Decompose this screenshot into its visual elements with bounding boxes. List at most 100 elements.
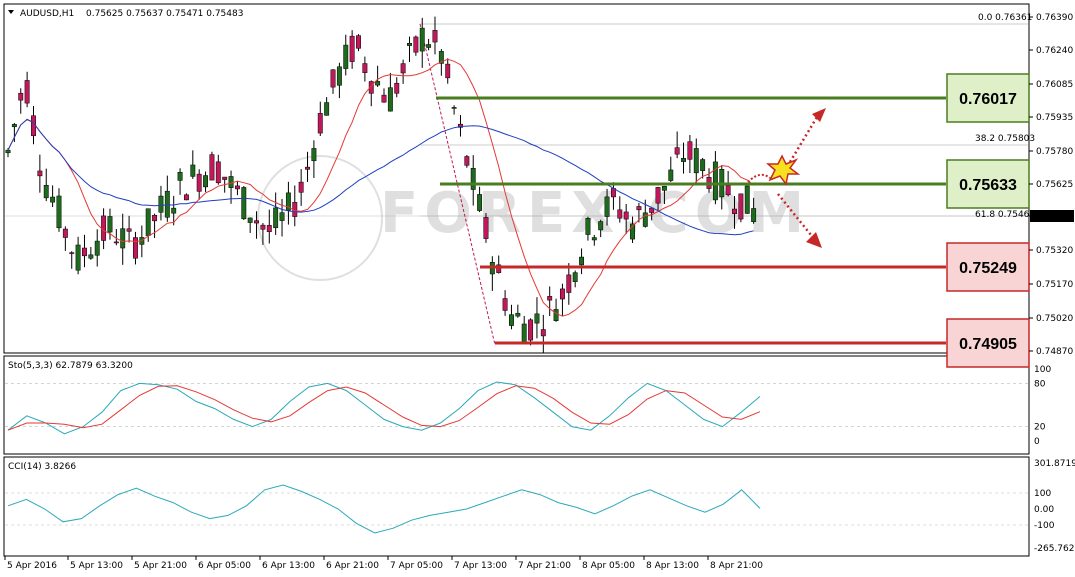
candle-body xyxy=(464,156,470,166)
candle-body xyxy=(362,63,368,73)
candle-body xyxy=(241,187,247,220)
candle-body xyxy=(247,217,253,223)
candle-body xyxy=(266,225,272,232)
candle-body xyxy=(88,254,94,259)
candle-body xyxy=(661,185,667,191)
time-tick-label: 5 Apr 21:00 xyxy=(134,561,187,571)
candle-body xyxy=(101,215,107,241)
candle-body xyxy=(445,63,451,79)
candle-body xyxy=(56,195,62,229)
candle-body xyxy=(751,208,757,222)
candle-body xyxy=(738,193,744,220)
candle-body xyxy=(209,154,215,181)
candle-body xyxy=(11,124,17,128)
candle-body xyxy=(107,216,113,233)
candle-body xyxy=(559,288,565,300)
time-tick-label: 8 Apr 05:00 xyxy=(582,561,635,571)
candle-body xyxy=(222,176,228,180)
candle-body xyxy=(375,81,381,86)
candle-body xyxy=(470,167,476,190)
candle-body xyxy=(196,173,202,192)
candle-body xyxy=(324,102,330,116)
time-tick-label: 7 Apr 13:00 xyxy=(454,561,507,571)
candle-body xyxy=(566,274,572,293)
time-tick-label: 7 Apr 21:00 xyxy=(518,561,571,571)
candle-body xyxy=(120,228,126,249)
candle-body xyxy=(623,211,629,220)
chart-header-ohlc: 0.75625 0.75637 0.75471 0.75483 xyxy=(86,9,243,19)
chart-canvas: FOREX.COM 0.760170.756330.752490.74905 1… xyxy=(3,3,1075,571)
candle-body xyxy=(330,69,336,88)
candle-body xyxy=(547,296,553,301)
candle-body xyxy=(744,185,750,214)
candle-body xyxy=(540,329,546,337)
candle-body xyxy=(681,158,686,162)
candle-body xyxy=(62,228,68,238)
price-tick-label: 0.75320 xyxy=(1036,246,1073,256)
candle-body xyxy=(24,80,30,104)
time-tick-label: 5 Apr 2016 xyxy=(7,561,57,571)
candle-body xyxy=(50,196,56,203)
candle-body xyxy=(18,92,24,101)
candle-body xyxy=(725,185,731,196)
cci-tick-label: 301.8719 xyxy=(1034,459,1075,469)
candle-body xyxy=(400,63,406,74)
candle-body xyxy=(387,87,393,112)
candle-body xyxy=(515,312,521,317)
candle-body xyxy=(483,217,489,239)
cci-tick-label: -100 xyxy=(1034,521,1055,531)
price-tick-label: 0.76240 xyxy=(1036,46,1073,56)
candle-body xyxy=(732,208,737,215)
level-label: 0.75633 xyxy=(959,177,1017,194)
chart-header-symbol: AUDUSD,H1 xyxy=(20,9,74,19)
candle-body xyxy=(203,175,209,188)
level-label: 0.74905 xyxy=(959,336,1017,353)
candle-body xyxy=(687,141,693,160)
cci-tick-label: 0.00 xyxy=(1034,505,1054,515)
candle-body xyxy=(177,171,183,181)
stoch-panel xyxy=(3,355,1030,455)
price-tick-label: 0.74870 xyxy=(1036,347,1073,357)
candle-body xyxy=(69,252,75,254)
stoch-tick-label: 80 xyxy=(1034,379,1046,389)
stoch-tick-label: 20 xyxy=(1034,423,1046,433)
candle-body xyxy=(152,214,158,222)
candle-body xyxy=(534,313,540,324)
candle-body xyxy=(349,35,355,62)
time-tick-label: 6 Apr 05:00 xyxy=(198,561,251,571)
candle-body xyxy=(668,169,674,181)
price-tick-label: 0.75170 xyxy=(1036,280,1073,290)
candle-body xyxy=(5,149,11,154)
candle-body xyxy=(572,272,578,282)
candle-body xyxy=(82,247,87,257)
price-tick-label: 0.75625 xyxy=(1036,180,1073,190)
time-tick-label: 8 Apr 13:00 xyxy=(646,561,699,571)
price-tick-label: 0.76085 xyxy=(1036,80,1073,90)
candle-body xyxy=(298,181,304,193)
candle-body xyxy=(591,237,597,241)
cci-panel xyxy=(3,456,1030,557)
candle-body xyxy=(158,195,164,213)
candle-body xyxy=(394,82,400,94)
candle-body xyxy=(674,147,680,155)
candle-body xyxy=(712,161,718,201)
candle-body xyxy=(94,240,100,256)
candle-body xyxy=(700,159,706,171)
candle-body xyxy=(234,185,240,190)
stoch-title: Sto(5,3,3) 62.7879 63.3200 xyxy=(8,361,133,371)
candle-body xyxy=(655,187,661,204)
candle-body xyxy=(336,66,342,86)
candle-body xyxy=(126,228,132,232)
time-tick-label: 7 Apr 05:00 xyxy=(390,561,443,571)
candle-body xyxy=(43,184,49,199)
candle-body xyxy=(585,218,591,235)
candle-body xyxy=(37,170,43,177)
candle-body xyxy=(356,35,361,49)
cci-title: CCI(14) 3.8266 xyxy=(8,462,76,472)
level-label: 0.75249 xyxy=(959,260,1017,277)
candle-body xyxy=(579,256,585,266)
candle-body xyxy=(617,209,623,219)
candle-body xyxy=(254,220,259,224)
candle-body xyxy=(145,208,151,236)
candle-body xyxy=(521,323,527,344)
